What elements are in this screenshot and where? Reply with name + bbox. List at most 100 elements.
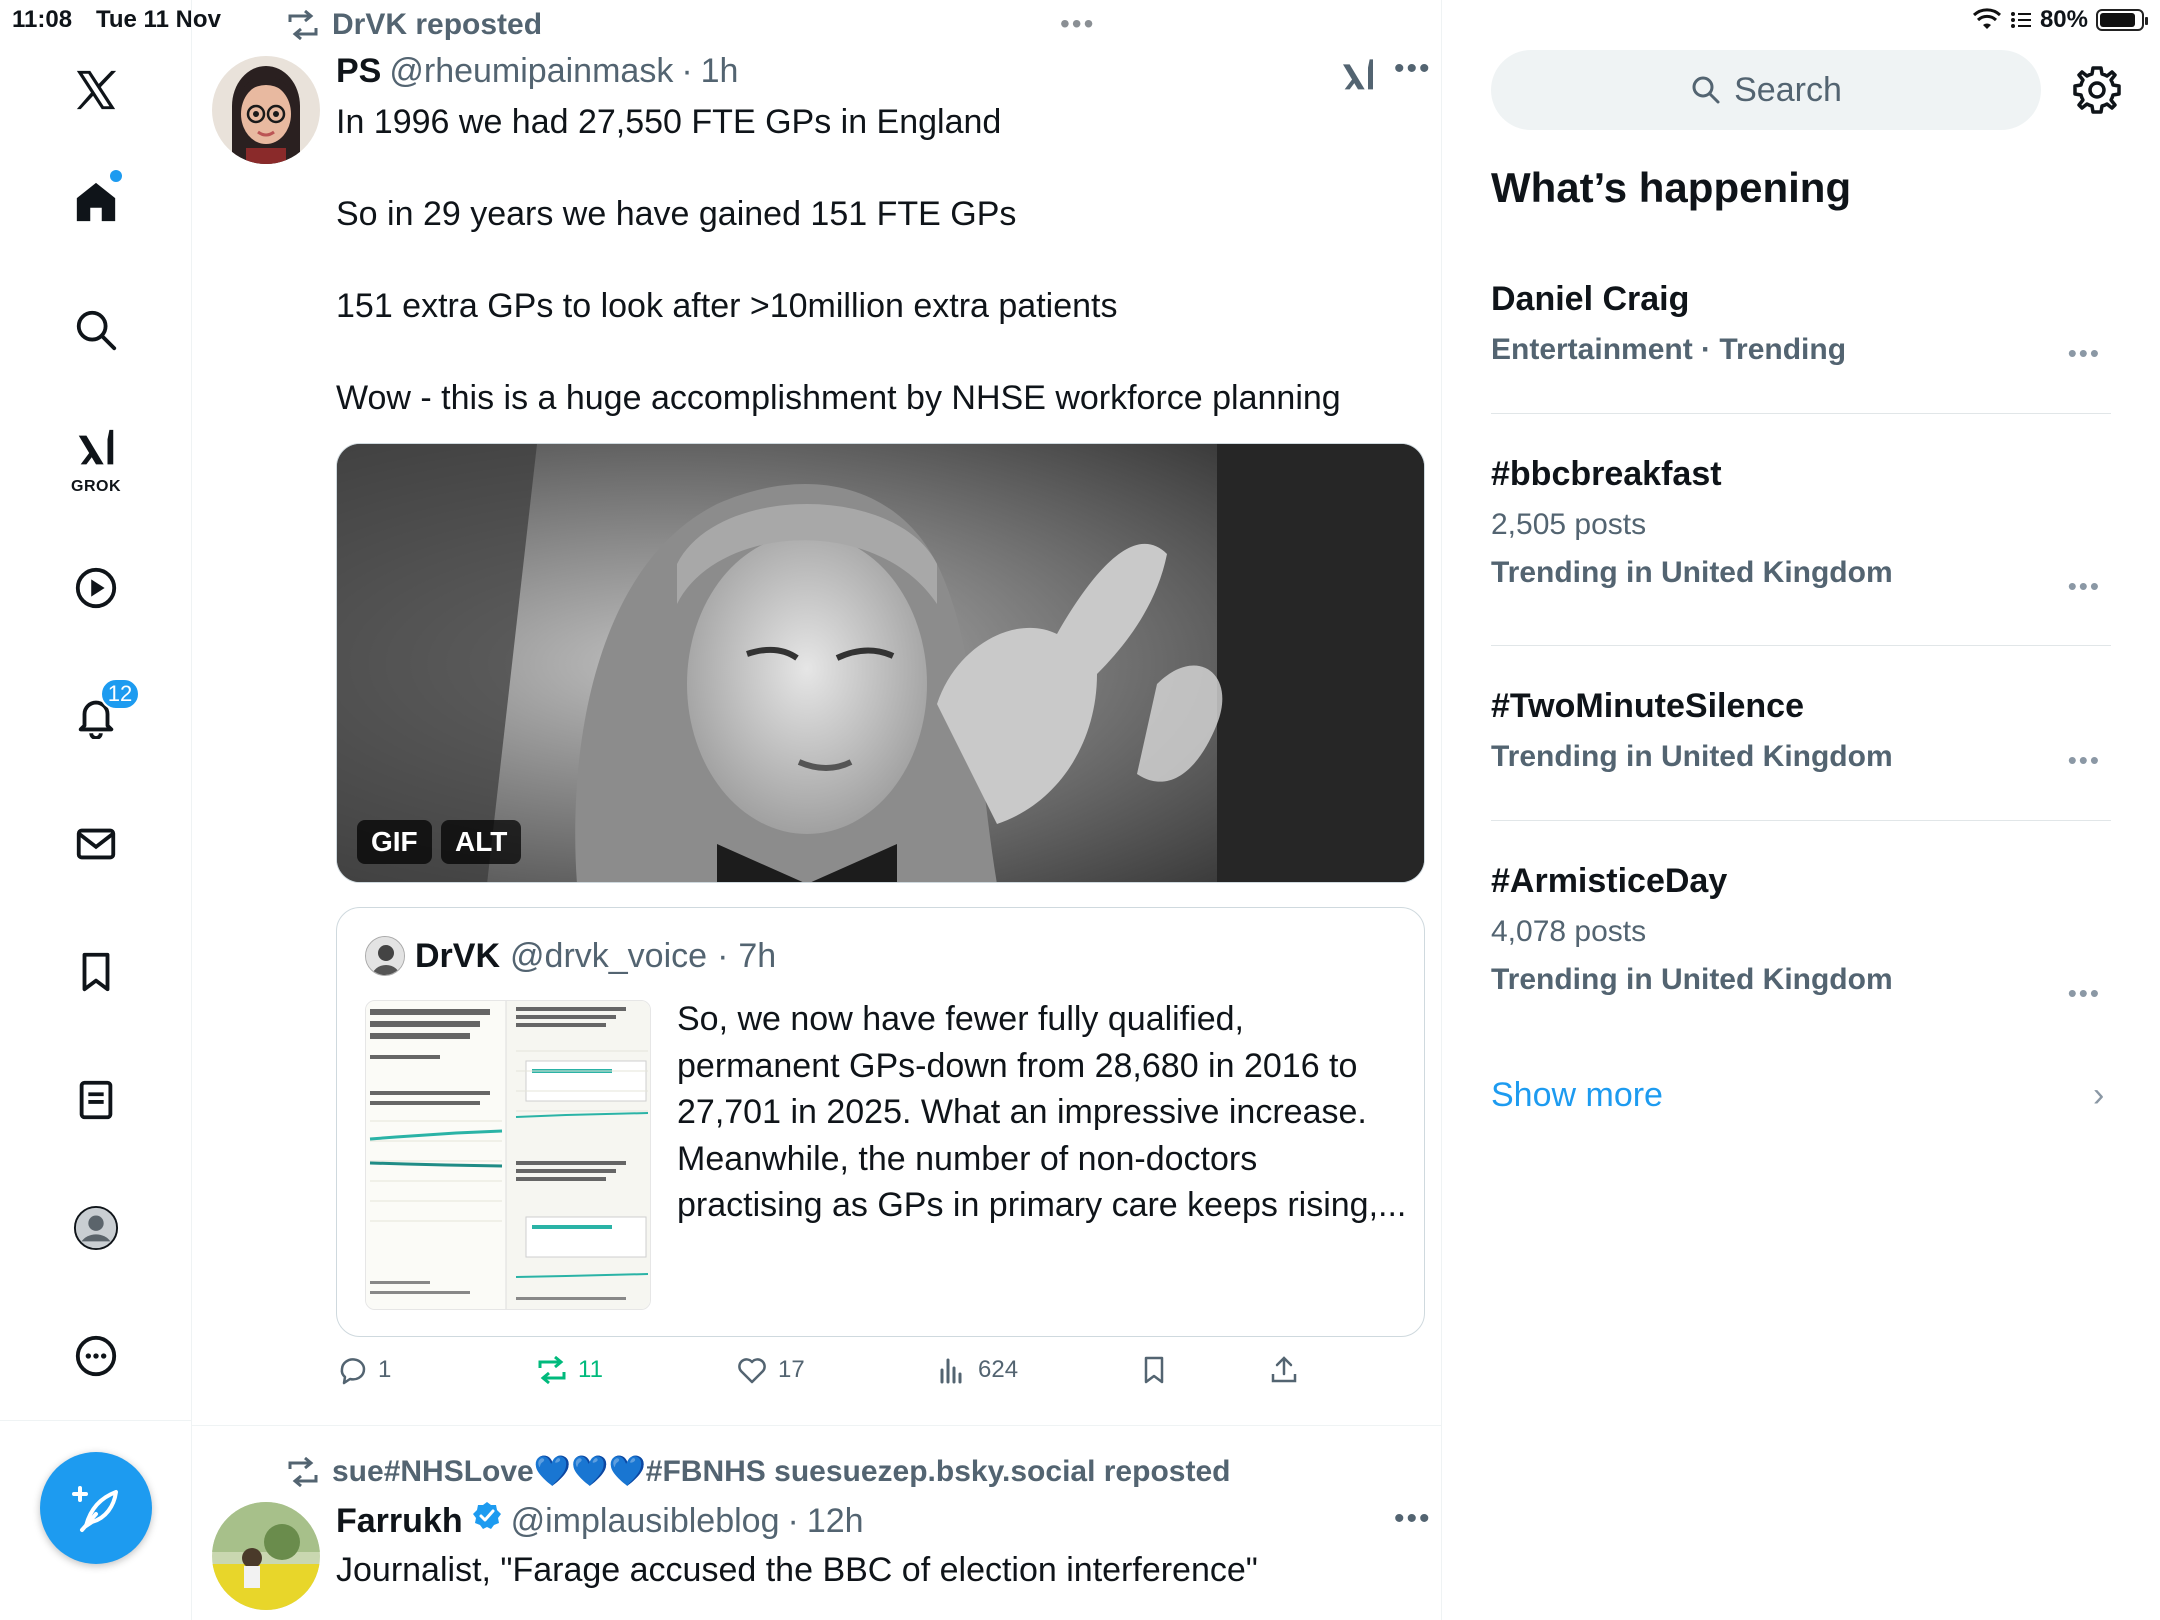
trend-subtitle: Trending in United Kingdom	[1491, 963, 1893, 996]
repost-by: DrVK reposted	[332, 8, 543, 41]
show-more-link[interactable]: Show more	[1491, 1076, 1663, 1115]
compose-button[interactable]	[40, 1452, 152, 1564]
quote-tweet-card[interactable]: DrVK @drvk_voice · 7h So, we now have fe…	[336, 907, 1425, 1337]
author-name[interactable]: Farrukh	[336, 1502, 463, 1541]
avatar-image	[212, 1502, 320, 1610]
quote-author-handle: @drvk_voice	[510, 936, 708, 975]
trend-more-icon[interactable]: •••	[2068, 978, 2101, 1009]
repost-by: sue#NHSLove💙💙💙#FBNHS suesuezep.bsky.soci…	[332, 1455, 1231, 1488]
nav-notifications[interactable]: 12	[56, 676, 140, 756]
more-circle-icon	[75, 1335, 117, 1377]
tweet-time[interactable]: 12h	[807, 1502, 864, 1541]
header-separator: ·	[787, 1502, 799, 1540]
trend-item[interactable]: Daniel Craig Entertainment · Trending ••…	[1491, 280, 2111, 369]
tweet-more-icon[interactable]: •••	[1394, 1502, 1432, 1536]
search-input[interactable]: Search	[1491, 50, 2041, 130]
grok-explain-icon[interactable]	[1338, 56, 1378, 96]
avatar[interactable]	[212, 56, 320, 164]
bookmark-button[interactable]	[1138, 1354, 1170, 1386]
trend-post-count: 4,078 posts	[1491, 915, 1647, 948]
views-count: 624	[978, 1356, 1019, 1383]
reply-count: 1	[378, 1356, 392, 1383]
trend-subtitle: Entertainment · Trending	[1491, 333, 1847, 366]
timeline: DrVK reposted PS @rheumipainmask · 1h ••…	[192, 0, 1442, 1620]
avatar-image	[212, 56, 320, 164]
tweet-gif-media[interactable]: GIF ALT	[336, 443, 1425, 883]
home-icon	[76, 182, 116, 222]
home-unread-dot	[110, 170, 122, 182]
repost-icon	[288, 1456, 318, 1487]
tweet-text-line: Wow - this is a huge accomplishment by N…	[336, 379, 1341, 417]
tweet-text-line: 151 extra GPs to look after >10million e…	[336, 287, 1118, 325]
tweet-header: PS @rheumipainmask · 1h	[336, 52, 738, 91]
nav-explore[interactable]	[56, 290, 136, 370]
trend-divider	[1491, 413, 2111, 414]
views-button[interactable]: 624	[936, 1354, 1018, 1386]
left-nav: GROK 12	[0, 0, 192, 1620]
bookmark-icon	[82, 952, 110, 992]
trend-more-icon[interactable]: •••	[2068, 338, 2101, 369]
quote-author-name: DrVK	[415, 936, 501, 975]
repost-button[interactable]: 11	[536, 1354, 603, 1386]
nav-lists[interactable]	[56, 1060, 136, 1140]
tweet-text: Journalist, "Farage accused the BBC of e…	[336, 1551, 1258, 1589]
author-handle[interactable]: @implausibleblog	[511, 1502, 780, 1541]
tweet-header: Farrukh @implausibleblog · 12h	[336, 1500, 864, 1541]
reply-icon	[340, 1358, 366, 1385]
nav-messages[interactable]	[56, 804, 136, 884]
search-placeholder: Search	[1734, 70, 1842, 109]
repost-icon	[288, 10, 318, 40]
chevron-right-icon[interactable]: ›	[2093, 1076, 2104, 1115]
trend-more-icon[interactable]: •••	[2068, 571, 2101, 602]
heart-icon	[738, 1358, 766, 1384]
bookmark-icon	[1144, 1356, 1164, 1384]
tweet-more-icon[interactable]: •••	[1394, 52, 1432, 86]
nav-video[interactable]	[56, 548, 136, 628]
quote-text: So, we now have fewer fully qualified, p…	[677, 1000, 1407, 1224]
author-name[interactable]: PS	[336, 52, 381, 91]
reply-button[interactable]: 1	[336, 1354, 391, 1386]
x-logo-icon[interactable]	[56, 50, 136, 130]
tweet-text-line: In 1996 we had 27,550 FTE GPs in England	[336, 103, 1002, 141]
feed-divider	[192, 1425, 1442, 1426]
trend-item[interactable]: #TwoMinuteSilence Trending in United Kin…	[1491, 687, 2111, 776]
repost-indicator: DrVK reposted	[286, 8, 542, 42]
trend-more-icon[interactable]: •••	[2068, 745, 2101, 776]
profile-avatar-icon	[73, 1205, 119, 1251]
play-circle-icon	[75, 567, 117, 609]
trend-subtitle: Trending in United Kingdom	[1491, 556, 1893, 589]
trend-divider	[1491, 820, 2111, 821]
alt-badge[interactable]: ALT	[441, 820, 522, 864]
trend-item[interactable]: #bbcbreakfast 2,505 posts Trending in Un…	[1491, 455, 2111, 601]
right-sidebar: Search What’s happening Daniel Craig Ent…	[1443, 0, 2160, 1620]
header-separator: ·	[681, 52, 693, 90]
nav-profile[interactable]	[56, 1188, 136, 1268]
nav-bookmarks[interactable]	[56, 932, 136, 1012]
verified-badge-icon	[472, 1502, 501, 1529]
list-doc-icon	[79, 1080, 113, 1120]
trend-item[interactable]: #ArmisticeDay 4,078 posts Trending in Un…	[1491, 862, 2111, 1008]
nav-grok[interactable]: GROK	[56, 418, 136, 498]
trend-title: #ArmisticeDay	[1491, 862, 1728, 900]
gif-image	[337, 444, 1424, 882]
quote-header: DrVK @drvk_voice · 7h	[365, 936, 776, 976]
nav-home[interactable]	[56, 162, 136, 242]
like-button[interactable]: 17	[736, 1354, 805, 1386]
repost-icon	[538, 1355, 566, 1385]
nav-more[interactable]	[56, 1316, 136, 1396]
quote-avatar[interactable]	[365, 936, 405, 976]
trend-title: #TwoMinuteSilence	[1491, 687, 1804, 725]
author-handle[interactable]: @rheumipainmask	[389, 52, 673, 91]
repost-indicator: sue#NHSLove💙💙💙#FBNHS suesuezep.bsky.soci…	[286, 1454, 1230, 1489]
tweet-text-line: So in 29 years we have gained 151 FTE GP…	[336, 195, 1017, 233]
quote-chart-thumbnail[interactable]	[365, 1000, 651, 1310]
trend-title: #bbcbreakfast	[1491, 455, 1722, 493]
avatar[interactable]	[212, 1502, 320, 1610]
search-icon	[1692, 76, 1720, 104]
gear-icon[interactable]	[2071, 64, 2123, 116]
share-button[interactable]	[1268, 1354, 1300, 1386]
nav-divider	[0, 1420, 192, 1421]
tweet-time[interactable]: 1h	[701, 52, 739, 91]
repost-count: 11	[578, 1356, 603, 1383]
search-icon	[76, 310, 117, 351]
